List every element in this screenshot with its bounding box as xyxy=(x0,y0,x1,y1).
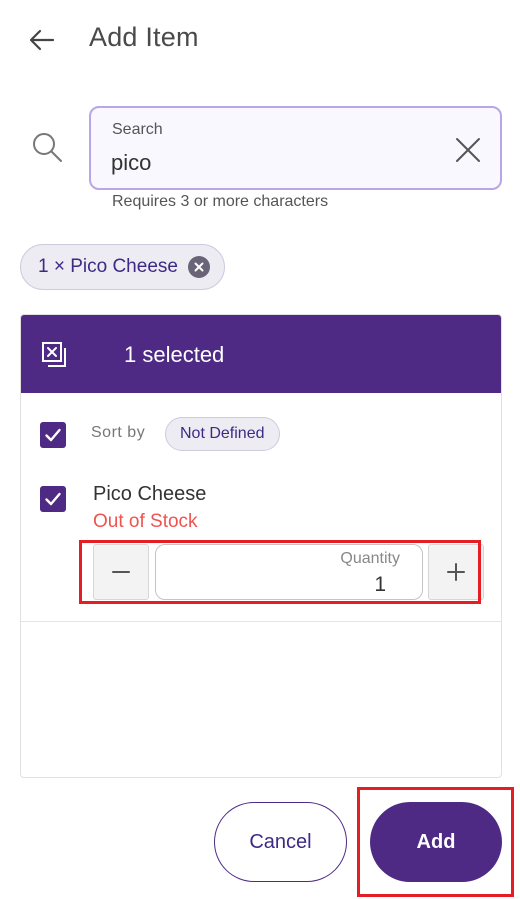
search-input[interactable] xyxy=(111,148,431,178)
selected-item-chip[interactable]: 1 × Pico Cheese xyxy=(20,244,225,290)
arrow-left-icon xyxy=(29,29,55,51)
search-hint: Requires 3 or more characters xyxy=(112,193,329,210)
item-checkbox[interactable] xyxy=(40,486,66,512)
deselect-all-icon xyxy=(42,342,66,367)
close-icon xyxy=(456,138,480,162)
search-label: Search xyxy=(112,121,163,138)
selected-count: 1 selected xyxy=(124,342,225,367)
sort-dropdown[interactable]: Not Defined xyxy=(165,417,280,451)
quantity-field[interactable]: Quantity xyxy=(155,544,423,600)
deselect-all-button[interactable] xyxy=(41,341,69,369)
cancel-circle-icon xyxy=(194,262,204,272)
clear-search-button[interactable] xyxy=(454,136,482,164)
selection-toolbar: 1 selected xyxy=(21,315,501,393)
search-icon xyxy=(30,130,64,164)
search-field[interactable]: Search xyxy=(89,106,502,190)
app-header: Add Item xyxy=(0,0,520,82)
sort-label: Sort by xyxy=(91,424,146,441)
page-title: Add Item xyxy=(89,22,199,52)
quantity-label: Quantity xyxy=(340,550,400,567)
increase-quantity-button[interactable] xyxy=(428,544,484,600)
results-panel: 1 selected Sort by Not Defined Pico Chee… xyxy=(20,314,502,778)
minus-icon xyxy=(112,571,130,573)
back-button[interactable] xyxy=(26,24,58,56)
chip-remove-button[interactable] xyxy=(187,256,210,278)
stock-status: Out of Stock xyxy=(93,511,198,532)
item-name: Pico Cheese xyxy=(93,483,207,505)
cancel-button[interactable]: Cancel xyxy=(214,802,347,882)
decrease-quantity-button[interactable] xyxy=(93,544,149,600)
checkmark-icon xyxy=(45,428,61,442)
select-all-checkbox[interactable] xyxy=(40,422,66,448)
chip-label: 1 × Pico Cheese xyxy=(38,256,178,277)
plus-icon xyxy=(447,563,465,581)
row-divider xyxy=(21,621,501,622)
quantity-input[interactable] xyxy=(306,573,386,597)
add-button[interactable]: Add xyxy=(370,802,502,882)
checkmark-icon xyxy=(45,492,61,506)
